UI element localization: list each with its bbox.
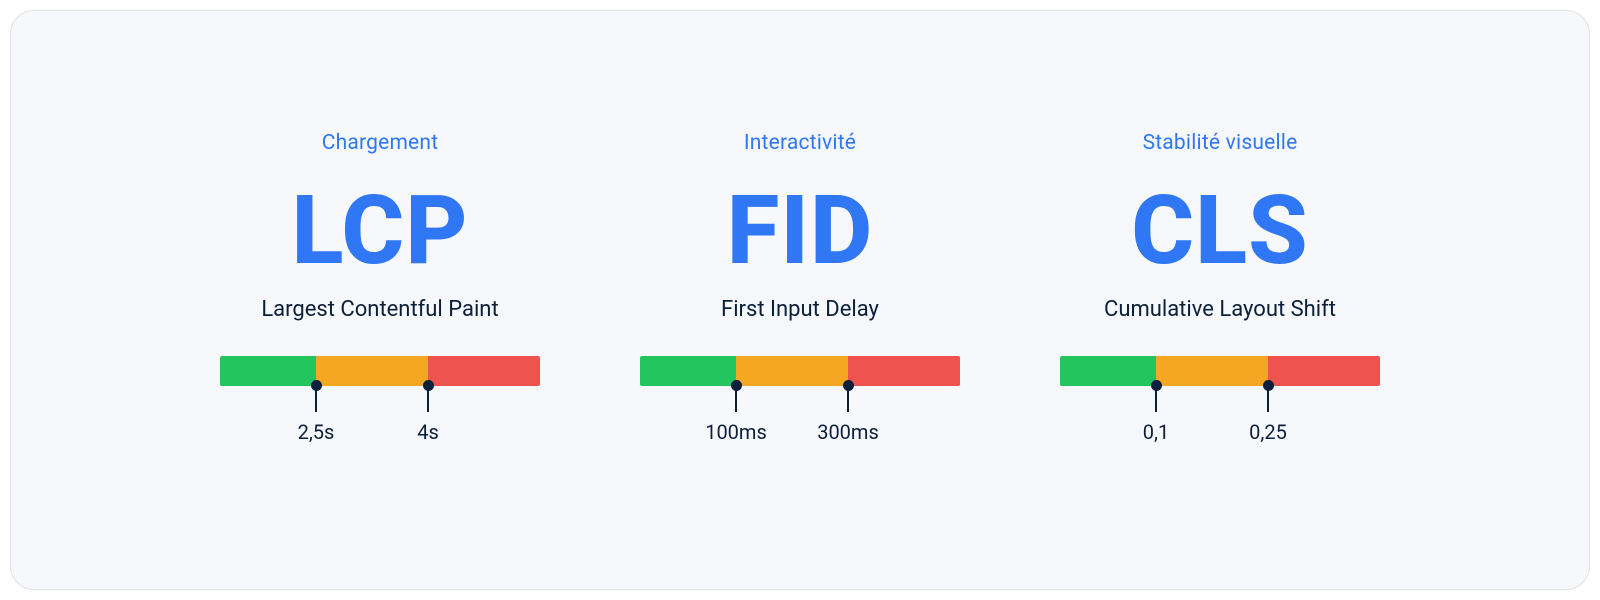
metric-abbr: CLS <box>1131 183 1308 279</box>
marker-label: 300ms <box>817 420 879 444</box>
web-vitals-card: Chargement LCP Largest Contentful Paint … <box>10 10 1590 590</box>
marker-stem <box>735 390 737 412</box>
threshold-gauge: 0,1 0,25 <box>1060 356 1380 386</box>
metric-abbr: FID <box>727 183 873 279</box>
threshold-marker: 0,25 <box>1238 380 1298 444</box>
marker-stem <box>315 390 317 412</box>
threshold-marker: 2,5s <box>286 380 346 444</box>
metric-fullname: Cumulative Layout Shift <box>1104 297 1336 322</box>
metric-cls: Stabilité visuelle CLS Cumulative Layout… <box>1060 131 1380 589</box>
marker-label: 4s <box>417 420 439 444</box>
marker-stem <box>1155 390 1157 412</box>
metric-fullname: Largest Contentful Paint <box>261 297 498 322</box>
threshold-marker: 4s <box>398 380 458 444</box>
metric-abbr: LCP <box>291 183 468 279</box>
marker-label: 2,5s <box>298 420 335 444</box>
threshold-gauge: 2,5s 4s <box>220 356 540 386</box>
marker-label: 100ms <box>705 420 767 444</box>
threshold-marker: 0,1 <box>1126 380 1186 444</box>
metric-fid: Interactivité FID First Input Delay 100m… <box>640 131 960 589</box>
metric-lcp: Chargement LCP Largest Contentful Paint … <box>220 131 540 589</box>
metric-category: Stabilité visuelle <box>1143 131 1298 155</box>
marker-label: 0,1 <box>1143 420 1169 444</box>
threshold-marker: 100ms <box>706 380 766 444</box>
threshold-gauge: 100ms 300ms <box>640 356 960 386</box>
marker-label: 0,25 <box>1249 420 1287 444</box>
marker-stem <box>1267 390 1269 412</box>
marker-stem <box>427 390 429 412</box>
marker-stem <box>847 390 849 412</box>
metric-category: Chargement <box>322 131 439 155</box>
metric-fullname: First Input Delay <box>721 297 879 322</box>
metric-category: Interactivité <box>744 131 856 155</box>
threshold-marker: 300ms <box>818 380 878 444</box>
